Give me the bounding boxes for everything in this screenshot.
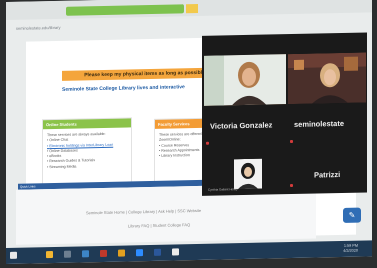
muted-mic-icon [290,183,293,188]
windows-taskbar: 1:59 PM 4/2/2020 [6,240,372,264]
footer-links[interactable]: Seminole State Home | College Library | … [86,208,201,215]
participant-photo [288,52,366,105]
app-icon[interactable] [172,248,179,256]
participant-name: Patrizzi [314,169,341,180]
start-icon[interactable] [10,251,17,259]
participant-name: seminolestate [294,118,345,129]
list-item: Streaming Media [47,163,127,170]
participant-name: Victoria Gonzalez [210,120,273,131]
word-icon[interactable] [154,248,161,256]
self-video[interactable] [234,158,262,190]
clock-date: 4/2/2020 [343,248,358,253]
banner-accent [186,3,198,14]
muted-mic-icon [206,141,209,145]
participant-video-1[interactable] [204,54,286,106]
participant-photo [234,158,262,190]
muted-mic-icon [290,139,293,144]
participant-photo [204,54,286,106]
file-explorer-icon[interactable] [46,251,53,259]
monitor-screen: seminolestate.edu/library Please keep my… [6,0,372,264]
url-text[interactable]: seminolestate.edu/library [16,25,60,31]
chat-icon[interactable]: ✎ [343,207,361,223]
video-call-gallery: Victoria Gonzalez seminolestate Cynthia … [202,32,367,196]
app-icon[interactable] [100,249,107,258]
self-caption: Cynthia Gallant Hollay [208,187,238,192]
page-heading: Seminole State College Library lives and… [62,84,185,93]
zoom-icon[interactable] [136,249,143,257]
footer-faq-links[interactable]: Library FAQ | Student College FAQ [128,222,190,228]
system-clock[interactable]: 1:59 PM 4/2/2020 [343,244,358,254]
edge-icon[interactable] [82,250,89,258]
chrome-icon[interactable] [118,249,125,257]
app-icon[interactable] [64,250,71,258]
participant-video-2[interactable] [288,52,366,105]
